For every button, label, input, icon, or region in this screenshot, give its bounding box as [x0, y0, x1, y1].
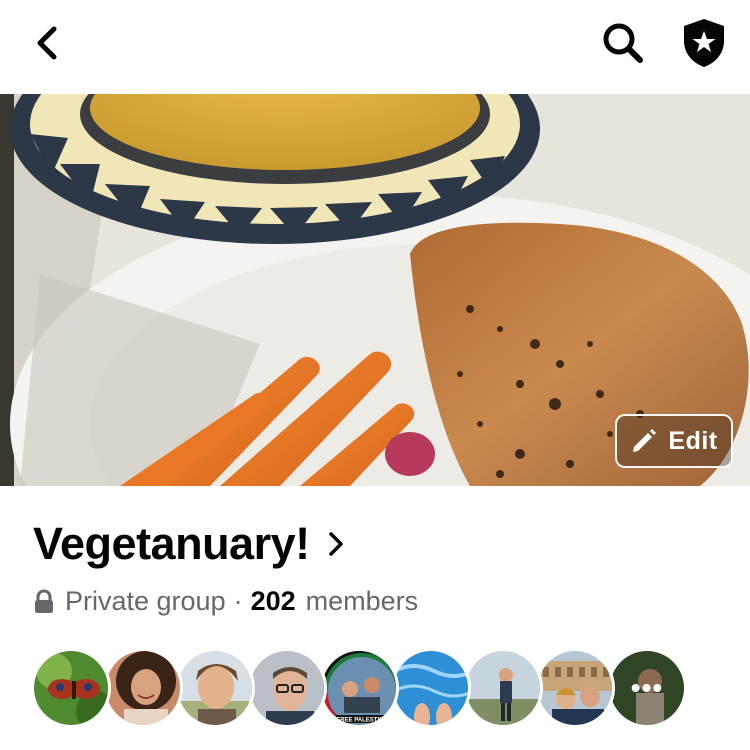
meta-separator: · [233, 586, 243, 616]
group-name: Vegetanuary! [33, 518, 310, 569]
search-button[interactable] [596, 18, 650, 68]
member-avatar-woman-outdoors[interactable] [175, 648, 255, 728]
back-button[interactable] [22, 20, 72, 66]
group-meta: Private group · 202 members [33, 586, 418, 617]
member-avatar-man-glasses[interactable] [247, 648, 327, 728]
privacy-label: Private group [65, 586, 226, 616]
group-title-link[interactable]: Vegetanuary! [33, 518, 344, 570]
shield-star-icon [684, 19, 724, 67]
admin-tools-button[interactable] [676, 16, 732, 70]
lock-icon [33, 588, 55, 615]
pencil-icon [633, 429, 657, 452]
search-icon [603, 23, 643, 63]
member-avatar-stack[interactable]: FREE PALESTINE ••• [31, 648, 687, 728]
member-avatar-woman-smiling[interactable] [103, 648, 183, 728]
edit-cover-button[interactable]: Edit [615, 414, 733, 468]
member-count[interactable]: 202 [251, 586, 296, 617]
chevron-left-icon [37, 26, 57, 60]
member-avatar-person-field[interactable] [463, 648, 543, 728]
member-avatar-couple-colosseum[interactable] [535, 648, 615, 728]
more-members-overlay: ••• [610, 651, 684, 725]
member-avatar-group-free-palestine[interactable]: FREE PALESTINE [319, 648, 399, 728]
member-avatar-more[interactable]: ••• [607, 648, 687, 728]
chevron-right-icon [328, 532, 343, 556]
cover-photo: Edit [0, 94, 750, 486]
edit-cover-label: Edit [668, 426, 718, 455]
free-palestine-badge: FREE PALESTINE [337, 718, 388, 724]
top-bar [0, 0, 750, 94]
members-label[interactable]: members [306, 586, 419, 617]
member-avatar-butterfly[interactable] [31, 648, 111, 728]
member-avatar-pool-feet[interactable] [391, 648, 471, 728]
